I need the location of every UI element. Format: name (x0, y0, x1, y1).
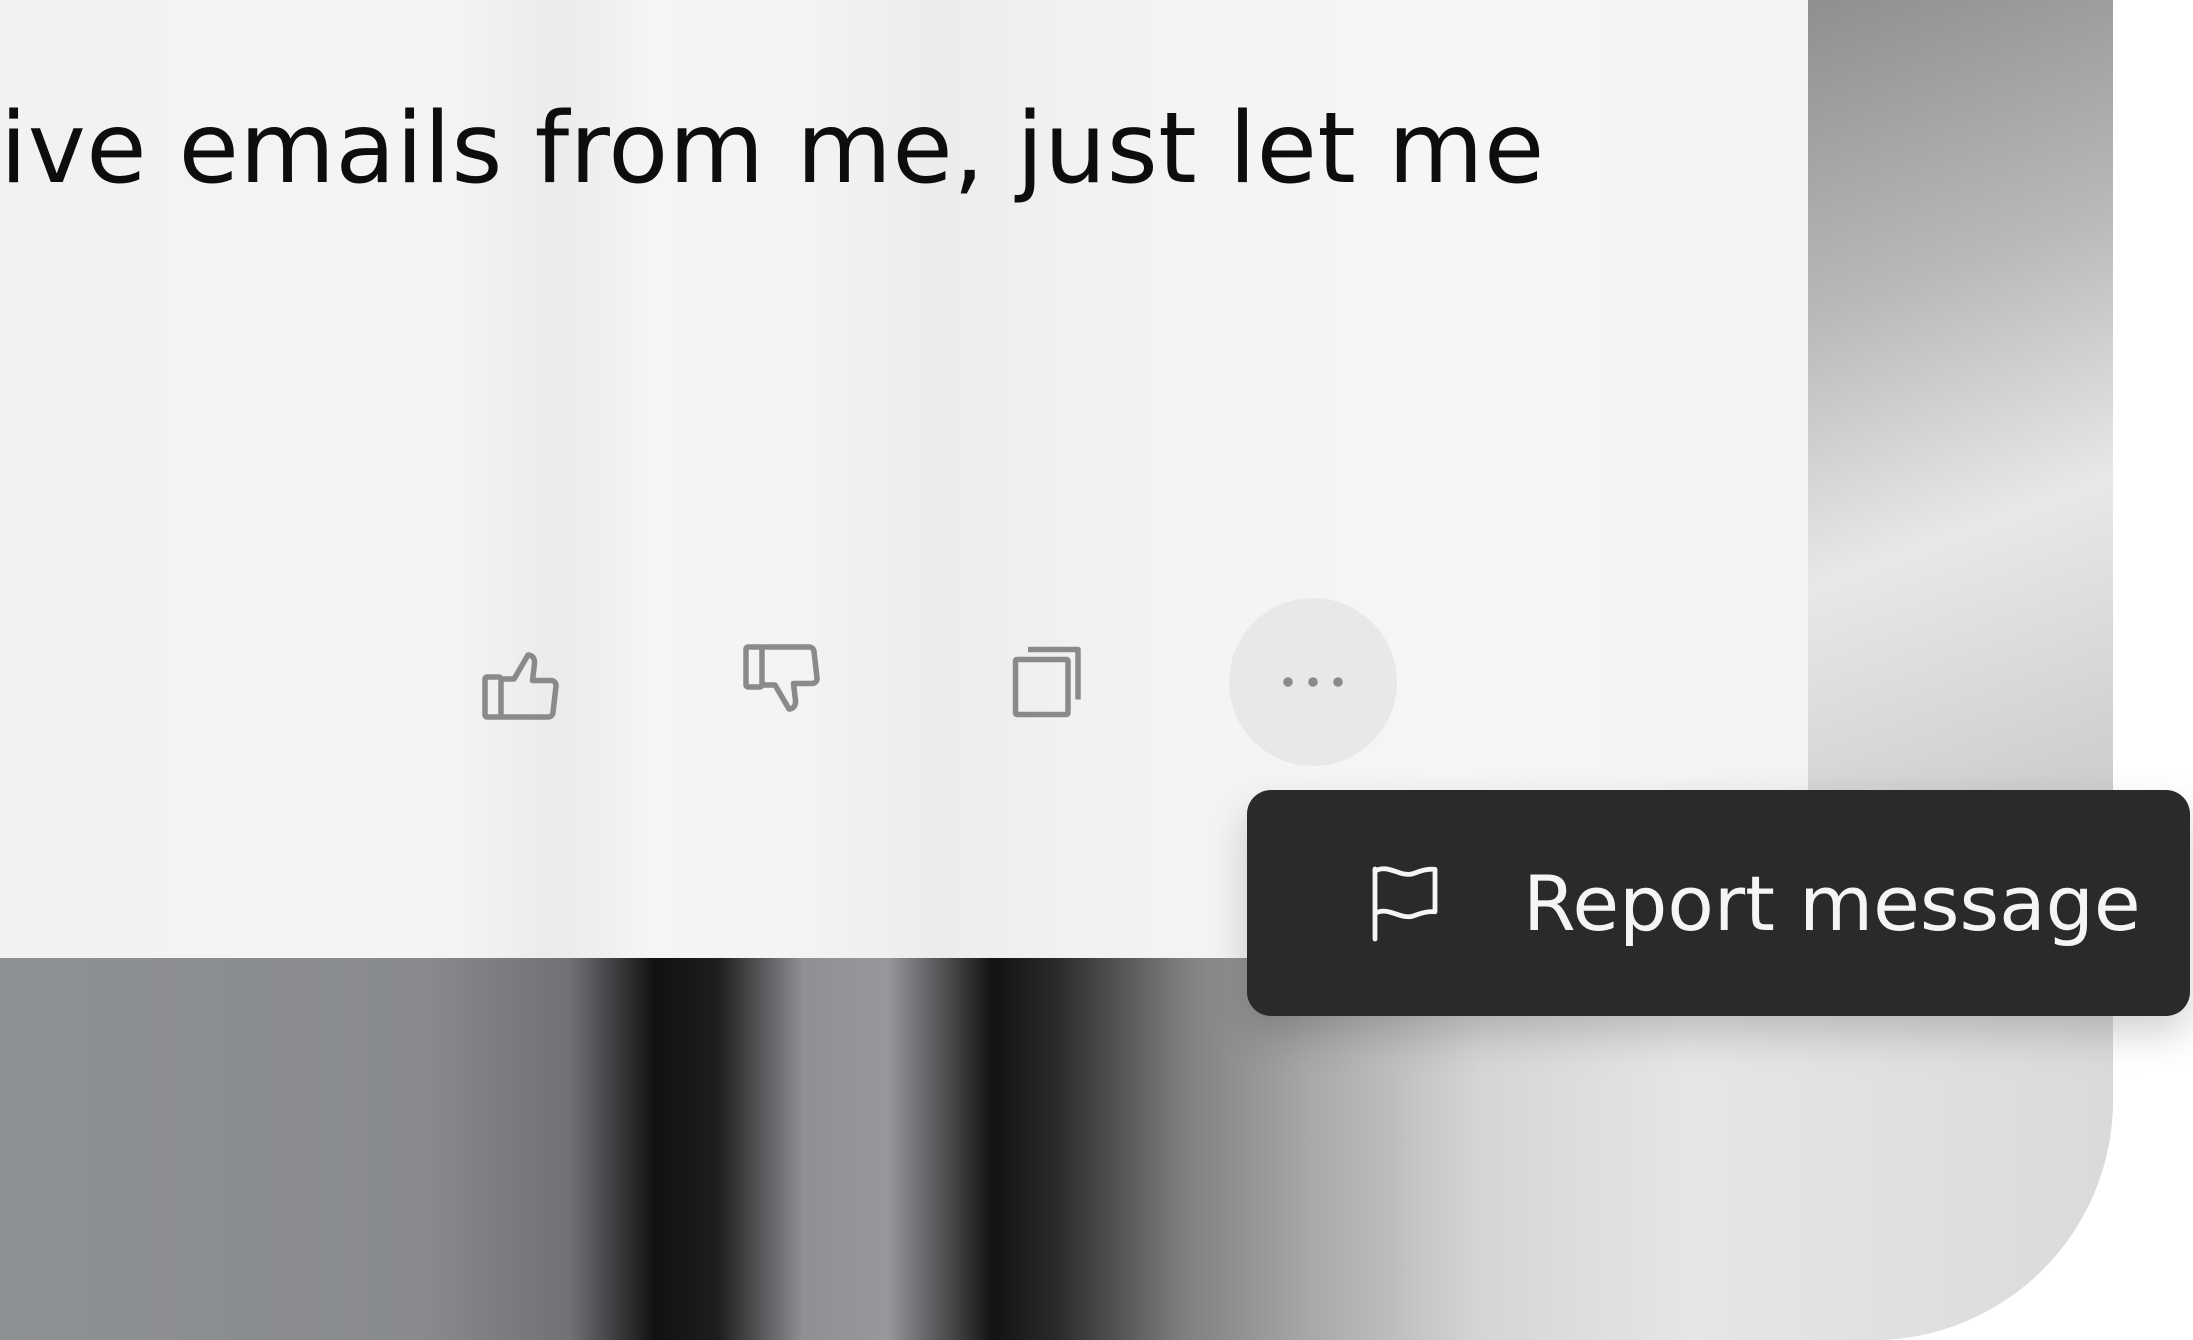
copy-icon (1012, 646, 1081, 718)
thumbs-down-button[interactable] (707, 598, 875, 766)
thumbs-up-button[interactable] (446, 598, 614, 766)
message-actions (0, 598, 1808, 768)
message-text: ive emails from me, just let me (0, 92, 1545, 206)
more-horizontal-icon (1283, 677, 1343, 687)
copy-button[interactable] (969, 598, 1137, 766)
menu-item-report-message[interactable]: Report message (1357, 790, 2141, 1016)
flag-icon (1357, 855, 1453, 951)
device-frame: ive emails from me, just let me (0, 0, 2113, 1340)
thumbs-up-icon (482, 652, 559, 720)
more-options-button[interactable] (1229, 598, 1397, 766)
menu-item-label: Report message (1523, 858, 2141, 948)
screenshot-stage: ive emails from me, just let me Report m… (0, 0, 2193, 1340)
more-options-menu: Report message (1247, 790, 2190, 1016)
thumbs-down-icon (743, 644, 820, 712)
